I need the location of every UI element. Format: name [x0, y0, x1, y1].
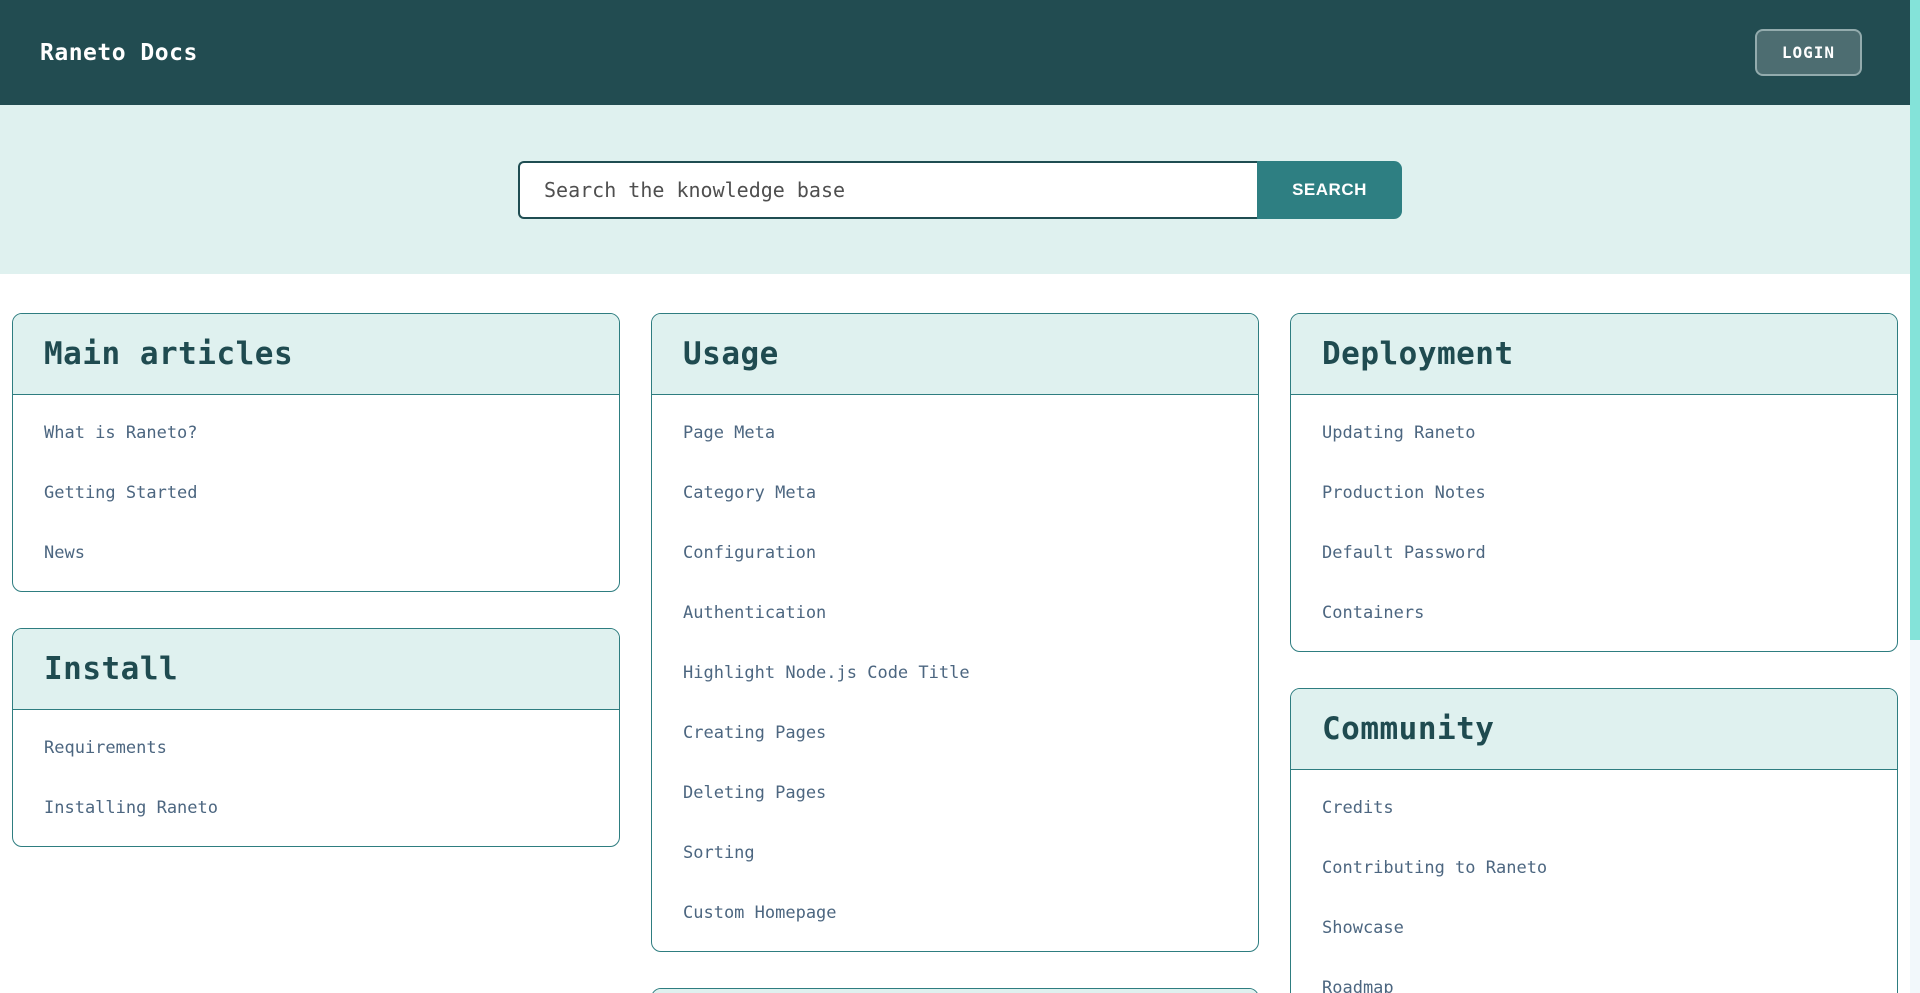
category-title: Install: [44, 650, 588, 688]
article-link[interactable]: Authentication: [652, 583, 1258, 643]
article-link[interactable]: Credits: [1291, 778, 1897, 838]
category-title: Deployment: [1322, 335, 1866, 373]
article-link[interactable]: Default Password: [1291, 523, 1897, 583]
category-card-body: RequirementsInstalling Raneto: [13, 710, 619, 846]
category-card-body: Updating RanetoProduction NotesDefault P…: [1291, 395, 1897, 651]
article-link[interactable]: Contributing to Raneto: [1291, 838, 1897, 898]
search-button[interactable]: SEARCH: [1257, 161, 1402, 219]
column-right: Deployment Updating RanetoProduction Note…: [1290, 313, 1898, 993]
article-link[interactable]: Creating Pages: [652, 703, 1258, 763]
article-link[interactable]: Deleting Pages: [652, 763, 1258, 823]
category-card-header: Main articles: [13, 314, 619, 395]
article-link[interactable]: Highlight Node.js Code Title: [652, 643, 1258, 703]
login-button[interactable]: LOGIN: [1755, 29, 1862, 76]
article-link[interactable]: Custom Homepage: [652, 883, 1258, 943]
category-card: Community CreditsContributing to RanetoSh…: [1290, 688, 1898, 993]
column-middle: Usage Page MetaCategory MetaConfiguration…: [651, 313, 1259, 993]
article-link[interactable]: Showcase: [1291, 898, 1897, 958]
article-link[interactable]: Installing Raneto: [13, 778, 619, 838]
scrollbar-thumb[interactable]: [1910, 0, 1920, 640]
article-link[interactable]: News: [13, 523, 619, 583]
category-card-body: Page MetaCategory MetaConfigurationAuthe…: [652, 395, 1258, 951]
article-link[interactable]: What is Raneto?: [13, 403, 619, 463]
search-hero: SEARCH: [0, 105, 1920, 274]
category-card: Install RequirementsInstalling Raneto: [12, 628, 620, 847]
category-card-body: What is Raneto?Getting StartedNews: [13, 395, 619, 591]
scrollbar-track[interactable]: [1910, 0, 1920, 993]
category-title: Usage: [683, 335, 1227, 373]
category-card: Deployment Updating RanetoProduction Note…: [1290, 313, 1898, 652]
category-card-header: [652, 989, 1258, 993]
category-card-header: Usage: [652, 314, 1258, 395]
category-card-header: Install: [13, 629, 619, 710]
article-link[interactable]: Getting Started: [13, 463, 619, 523]
article-link[interactable]: Requirements: [13, 718, 619, 778]
article-link[interactable]: Production Notes: [1291, 463, 1897, 523]
top-navbar: Raneto Docs LOGIN: [0, 0, 1920, 105]
article-link[interactable]: Page Meta: [652, 403, 1258, 463]
category-card-header: Community: [1291, 689, 1897, 770]
partial-category-card: [651, 988, 1259, 993]
content-grid: Main articles What is Raneto?Getting Star…: [0, 274, 1910, 993]
category-title: Community: [1322, 710, 1866, 748]
article-link[interactable]: Roadmap: [1291, 958, 1897, 993]
category-card-body: CreditsContributing to RanetoShowcaseRoa…: [1291, 770, 1897, 993]
article-link[interactable]: Configuration: [652, 523, 1258, 583]
search-input[interactable]: [518, 161, 1257, 219]
category-card: Main articles What is Raneto?Getting Star…: [12, 313, 620, 592]
search-bar: SEARCH: [518, 161, 1402, 219]
brand-title: Raneto Docs: [40, 40, 198, 66]
category-title: Main articles: [44, 335, 588, 373]
article-link[interactable]: Sorting: [652, 823, 1258, 883]
article-link[interactable]: Updating Raneto: [1291, 403, 1897, 463]
category-card: Usage Page MetaCategory MetaConfiguration…: [651, 313, 1259, 952]
article-link[interactable]: Category Meta: [652, 463, 1258, 523]
category-card-header: Deployment: [1291, 314, 1897, 395]
article-link[interactable]: Containers: [1291, 583, 1897, 643]
column-left: Main articles What is Raneto?Getting Star…: [12, 313, 620, 847]
